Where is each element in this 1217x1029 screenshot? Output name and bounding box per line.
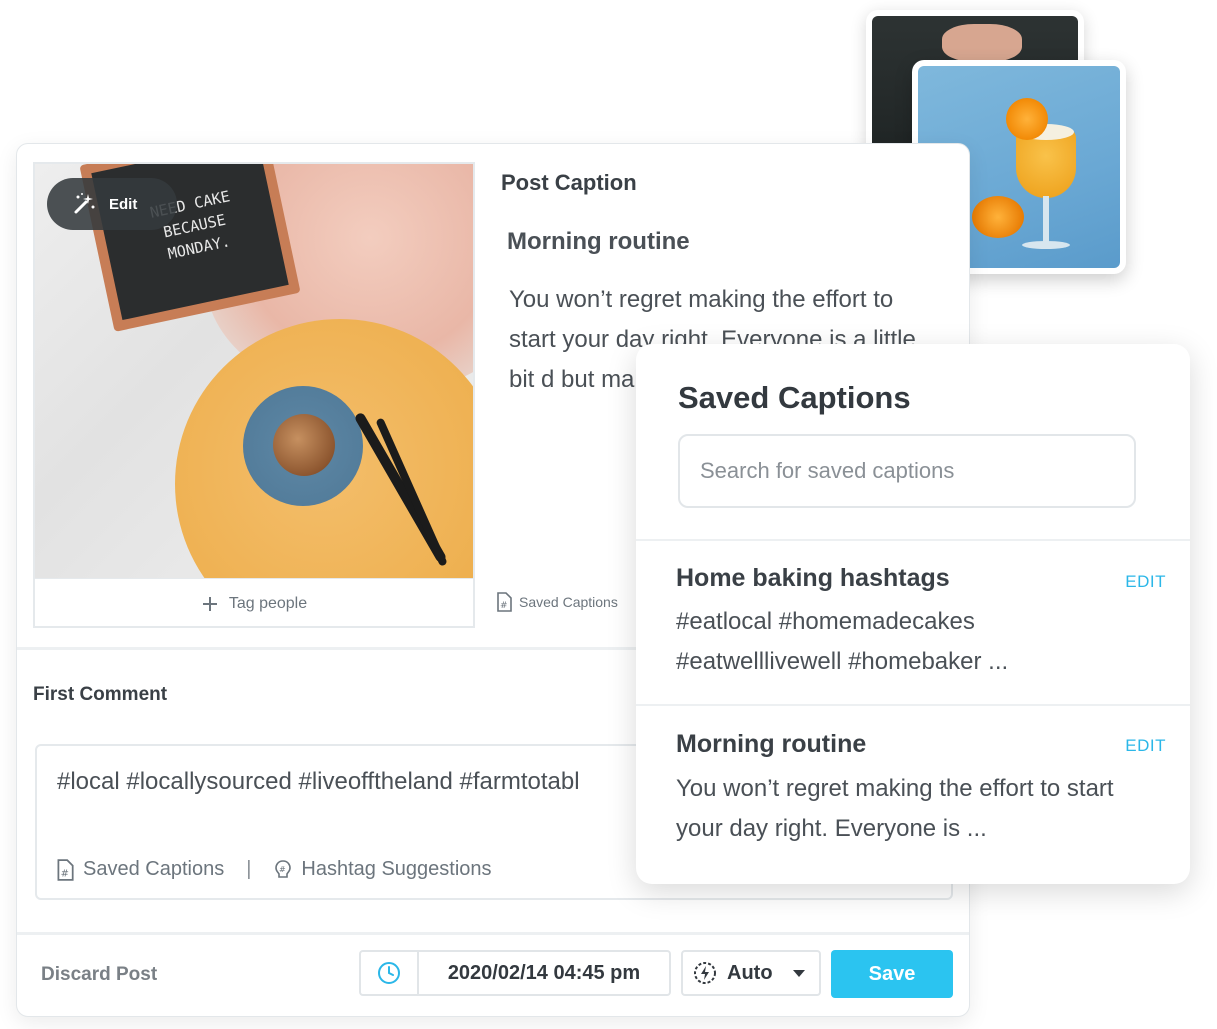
schedule-clock-button[interactable] [359, 950, 419, 996]
edit-label: Edit [109, 195, 138, 213]
saved-caption-body: You won’t regret making the effort to st… [676, 775, 1114, 842]
save-button[interactable]: Save [831, 950, 953, 998]
magic-wand-icon [71, 191, 97, 217]
saved-caption-body: #eatlocal #homemadecakes #eatwelllivewel… [676, 608, 1009, 675]
edit-image-button[interactable]: Edit [47, 178, 177, 230]
tag-people-button[interactable]: Tag people [35, 578, 473, 629]
svg-text:#: # [279, 865, 286, 874]
svg-text:#: # [500, 601, 508, 611]
comment-tools: # Saved Captions | # Hashtag Suggestions [55, 858, 492, 881]
post-image[interactable]: NEED CAKE BECAUSE MONDAY. Edit [35, 164, 473, 578]
saved-caption-title: Morning routine [676, 730, 867, 758]
clock-icon [377, 961, 401, 985]
post-caption-title: Post Caption [501, 170, 637, 195]
publish-mode-select[interactable]: Auto [681, 950, 821, 996]
saved-caption-title: Home baking hashtags [676, 564, 950, 592]
hashtag-suggestions-label: Hashtag Suggestions [301, 858, 492, 880]
publish-mode-label: Auto [727, 961, 773, 984]
first-comment-label: First Comment [33, 684, 168, 705]
panel-divider [636, 704, 1190, 706]
schedule-datetime-field[interactable]: 2020/02/14 04:45 pm [419, 950, 671, 996]
footer-divider [17, 932, 969, 935]
hashtag-suggestions-button[interactable]: # Hashtag Suggestions [273, 858, 492, 881]
edit-caption-button[interactable]: EDIT [1125, 736, 1166, 756]
saved-captions-icon: # [55, 858, 75, 881]
svg-text:#: # [61, 868, 69, 879]
chevron-down-icon [793, 970, 805, 977]
saved-captions-title: Saved Captions [678, 380, 911, 415]
discard-post-button[interactable]: Discard Post [41, 964, 157, 986]
comment-saved-captions-label: Saved Captions [83, 858, 225, 880]
hashtag-bulb-icon: # [273, 859, 293, 881]
plus-icon [201, 595, 219, 613]
auto-bolt-icon [693, 961, 717, 985]
saved-captions-label: Saved Captions [519, 594, 618, 610]
tool-separator: | [246, 858, 252, 880]
caption-heading: Morning routine [507, 228, 690, 255]
caption-saved-captions-link[interactable]: # Saved Captions [495, 592, 618, 612]
panel-divider [636, 539, 1190, 541]
comment-saved-captions-button[interactable]: # Saved Captions [55, 858, 224, 881]
first-comment-text: #local #locallysourced #liveofftheland #… [57, 768, 580, 795]
saved-captions-icon: # [495, 592, 513, 612]
edit-caption-button[interactable]: EDIT [1125, 572, 1166, 592]
tag-people-label: Tag people [228, 595, 308, 612]
saved-captions-panel: Saved Captions Home baking hashtags EDIT… [636, 344, 1190, 884]
post-media: NEED CAKE BECAUSE MONDAY. Edit Tag peopl… [33, 162, 475, 628]
saved-captions-search-input[interactable] [678, 434, 1136, 508]
